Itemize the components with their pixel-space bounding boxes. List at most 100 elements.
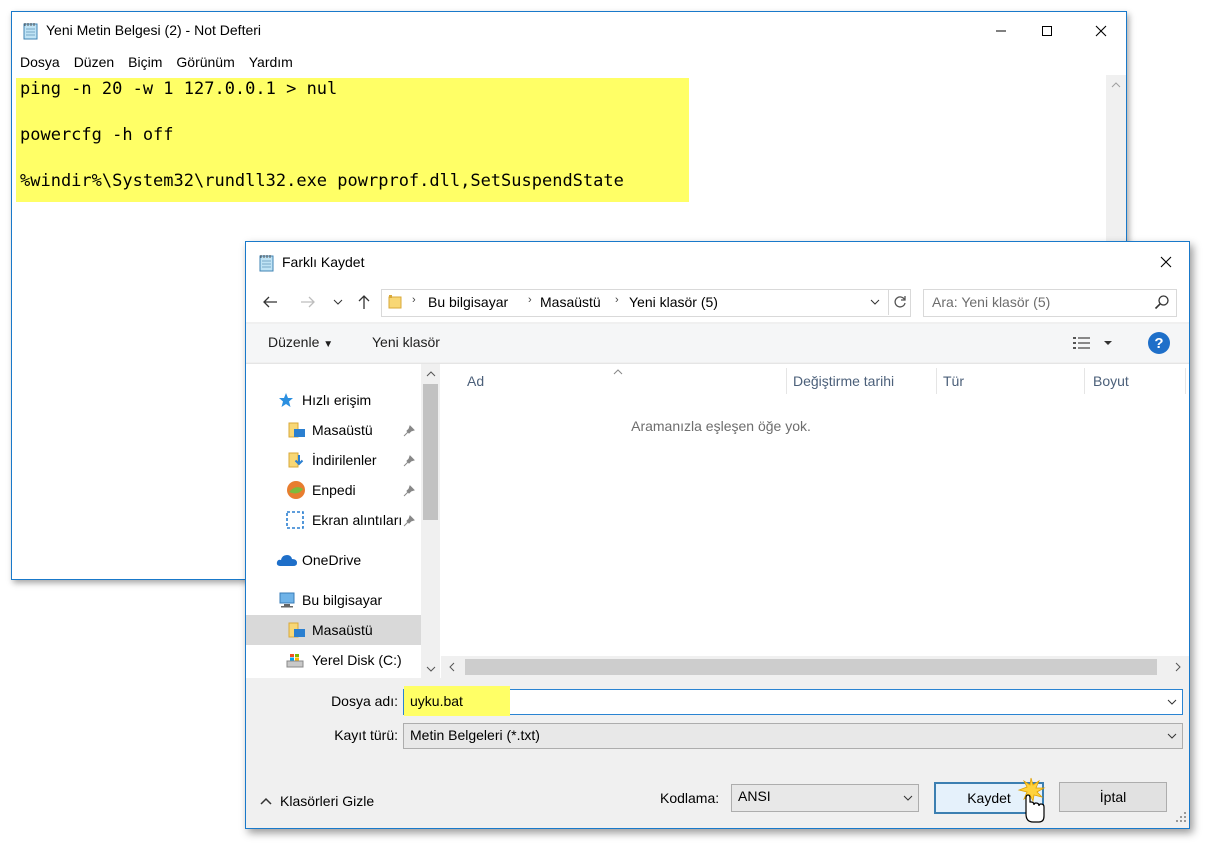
dialog-title-bar[interactable]: Farklı Kaydet [246, 242, 1189, 282]
recent-locations-button[interactable] [326, 290, 350, 314]
refresh-icon [894, 296, 906, 308]
folder-icon [388, 294, 402, 313]
save-as-dialog: Farklı Kaydet › Bu bilgisayar › Masaüstü… [245, 241, 1190, 829]
organize-label: Düzenle [268, 334, 320, 350]
breadcrumb-desktop[interactable]: Masaüstü [540, 294, 601, 310]
save-type-select[interactable]: Metin Belgeleri (*.txt) [403, 723, 1183, 749]
resize-grip-icon[interactable] [1175, 810, 1187, 826]
search-box[interactable] [923, 289, 1177, 317]
file-name-combobox[interactable] [403, 686, 1183, 716]
code-line: ping -n 20 -w 1 127.0.0.1 > nul [20, 79, 338, 99]
nav-label: Ekran alıntıları [312, 512, 403, 528]
browser-area: Hızlı erişim Masaüstü İndirilenler Enped… [246, 363, 1189, 678]
search-input[interactable] [932, 294, 1142, 310]
chevron-down-icon [898, 785, 918, 811]
nav-downloads[interactable]: İndirilenler [246, 445, 421, 475]
horizontal-scrollbar[interactable] [441, 656, 1189, 678]
nav-label: Bu bilgisayar [302, 592, 383, 608]
breadcrumb-separator-icon: › [615, 294, 619, 306]
column-size[interactable]: Boyut [1093, 373, 1129, 389]
column-separator [1084, 368, 1085, 394]
onedrive-icon [276, 553, 298, 567]
scrollbar-thumb[interactable] [465, 659, 1157, 675]
empty-results-message: Aramanızla eşleşen öğe yok. [631, 418, 811, 434]
question-mark-icon: ? [1154, 334, 1164, 352]
sort-ascending-icon [613, 362, 623, 378]
chevron-down-icon[interactable] [1162, 690, 1182, 714]
nav-label: İndirilenler [312, 452, 377, 468]
scroll-left-arrow-icon[interactable] [441, 656, 463, 678]
view-options-button[interactable] [1072, 335, 1112, 354]
back-button[interactable] [258, 290, 282, 314]
nav-onedrive[interactable]: OneDrive [246, 545, 421, 575]
menu-edit[interactable]: Düzen [74, 54, 114, 70]
scroll-right-arrow-icon[interactable] [1167, 656, 1189, 678]
nav-enpedi[interactable]: Enpedi [246, 475, 421, 505]
navigation-scrollbar[interactable] [421, 364, 440, 678]
column-separator [786, 368, 787, 394]
column-name[interactable]: Ad [467, 373, 484, 389]
nav-this-pc[interactable]: Bu bilgisayar [246, 585, 421, 615]
forward-button[interactable] [296, 290, 320, 314]
hide-folders-button[interactable]: Klasörleri Gizle [260, 793, 374, 809]
file-name-input[interactable] [410, 693, 1110, 709]
save-type-value: Metin Belgeleri (*.txt) [410, 727, 540, 743]
computer-icon [278, 592, 296, 608]
close-icon [1095, 25, 1107, 37]
encoding-select[interactable]: ANSI [731, 784, 919, 812]
menu-view[interactable]: Görünüm [176, 54, 234, 70]
column-header: Ad Değiştirme tarihi Tür Boyut [441, 364, 1189, 396]
scrollbar-thumb[interactable] [423, 384, 438, 520]
address-bar[interactable]: › Bu bilgisayar › Masaüstü › Yeni klasör… [381, 289, 911, 317]
breadcrumb-current-folder[interactable]: Yeni klasör (5) [629, 294, 718, 310]
notepad-title: Yeni Metin Belgesi (2) - Not Defteri [46, 22, 262, 38]
column-type[interactable]: Tür [943, 373, 964, 389]
encoding-label: Kodlama: [660, 790, 720, 806]
notepad-menu-bar: Dosya Düzen Biçim Görünüm Yardım [12, 50, 1126, 74]
scroll-up-arrow-icon[interactable] [1106, 75, 1126, 95]
chevron-up-icon [260, 797, 272, 805]
file-list[interactable]: Ad Değiştirme tarihi Tür Boyut Aramanızl… [441, 364, 1189, 678]
address-dropdown-button[interactable] [864, 289, 886, 315]
close-button[interactable] [1078, 12, 1124, 50]
organize-menu-button[interactable]: Düzenle ▼ [268, 334, 333, 350]
help-button[interactable]: ? [1148, 332, 1170, 354]
maximize-button[interactable] [1024, 12, 1070, 50]
nav-local-disk[interactable]: Yerel Disk (C:) [246, 645, 421, 675]
nav-quick-access[interactable]: Hızlı erişim [246, 385, 421, 415]
column-date-modified[interactable]: Değiştirme tarihi [793, 373, 894, 389]
nav-label: OneDrive [302, 552, 362, 568]
nav-desktop-pinned[interactable]: Masaüstü [246, 415, 421, 445]
dialog-close-button[interactable] [1143, 242, 1189, 282]
enpedi-icon [286, 480, 306, 500]
breadcrumb-separator-icon: › [528, 294, 532, 306]
breadcrumb-separator-icon: › [412, 294, 416, 306]
scroll-down-arrow-icon[interactable] [421, 659, 440, 678]
nav-label: Yerel Disk (C:) [312, 652, 402, 668]
nav-label: Masaüstü [312, 622, 373, 638]
chevron-down-icon [333, 299, 343, 305]
refresh-button[interactable] [888, 289, 911, 315]
menu-format[interactable]: Biçim [128, 54, 162, 70]
nav-desktop-selected[interactable]: Masaüstü [246, 615, 421, 645]
arrow-right-icon [301, 296, 315, 308]
menu-file[interactable]: Dosya [20, 54, 60, 70]
dialog-title: Farklı Kaydet [282, 254, 365, 270]
scroll-up-arrow-icon[interactable] [421, 364, 440, 383]
desktop-folder-icon [288, 422, 306, 438]
file-name-label: Dosya adı: [331, 693, 398, 709]
navigation-bar: › Bu bilgisayar › Masaüstü › Yeni klasör… [246, 282, 1189, 322]
notepad-icon [258, 254, 276, 275]
minimize-button[interactable] [978, 12, 1024, 50]
notepad-title-bar[interactable]: Yeni Metin Belgesi (2) - Not Defteri [12, 12, 1126, 50]
caret-down-icon: ▼ [323, 339, 334, 350]
minimize-icon [996, 30, 1006, 32]
nav-screenshots[interactable]: Ekran alıntıları [246, 505, 421, 535]
details-view-icon [1073, 337, 1112, 349]
new-folder-button[interactable]: Yeni klasör [372, 334, 440, 350]
up-button[interactable] [352, 290, 376, 314]
breadcrumb-this-pc[interactable]: Bu bilgisayar [428, 294, 508, 310]
hide-folders-label: Klasörleri Gizle [280, 793, 375, 809]
menu-help[interactable]: Yardım [249, 54, 293, 70]
cancel-button[interactable]: İptal [1059, 782, 1167, 812]
